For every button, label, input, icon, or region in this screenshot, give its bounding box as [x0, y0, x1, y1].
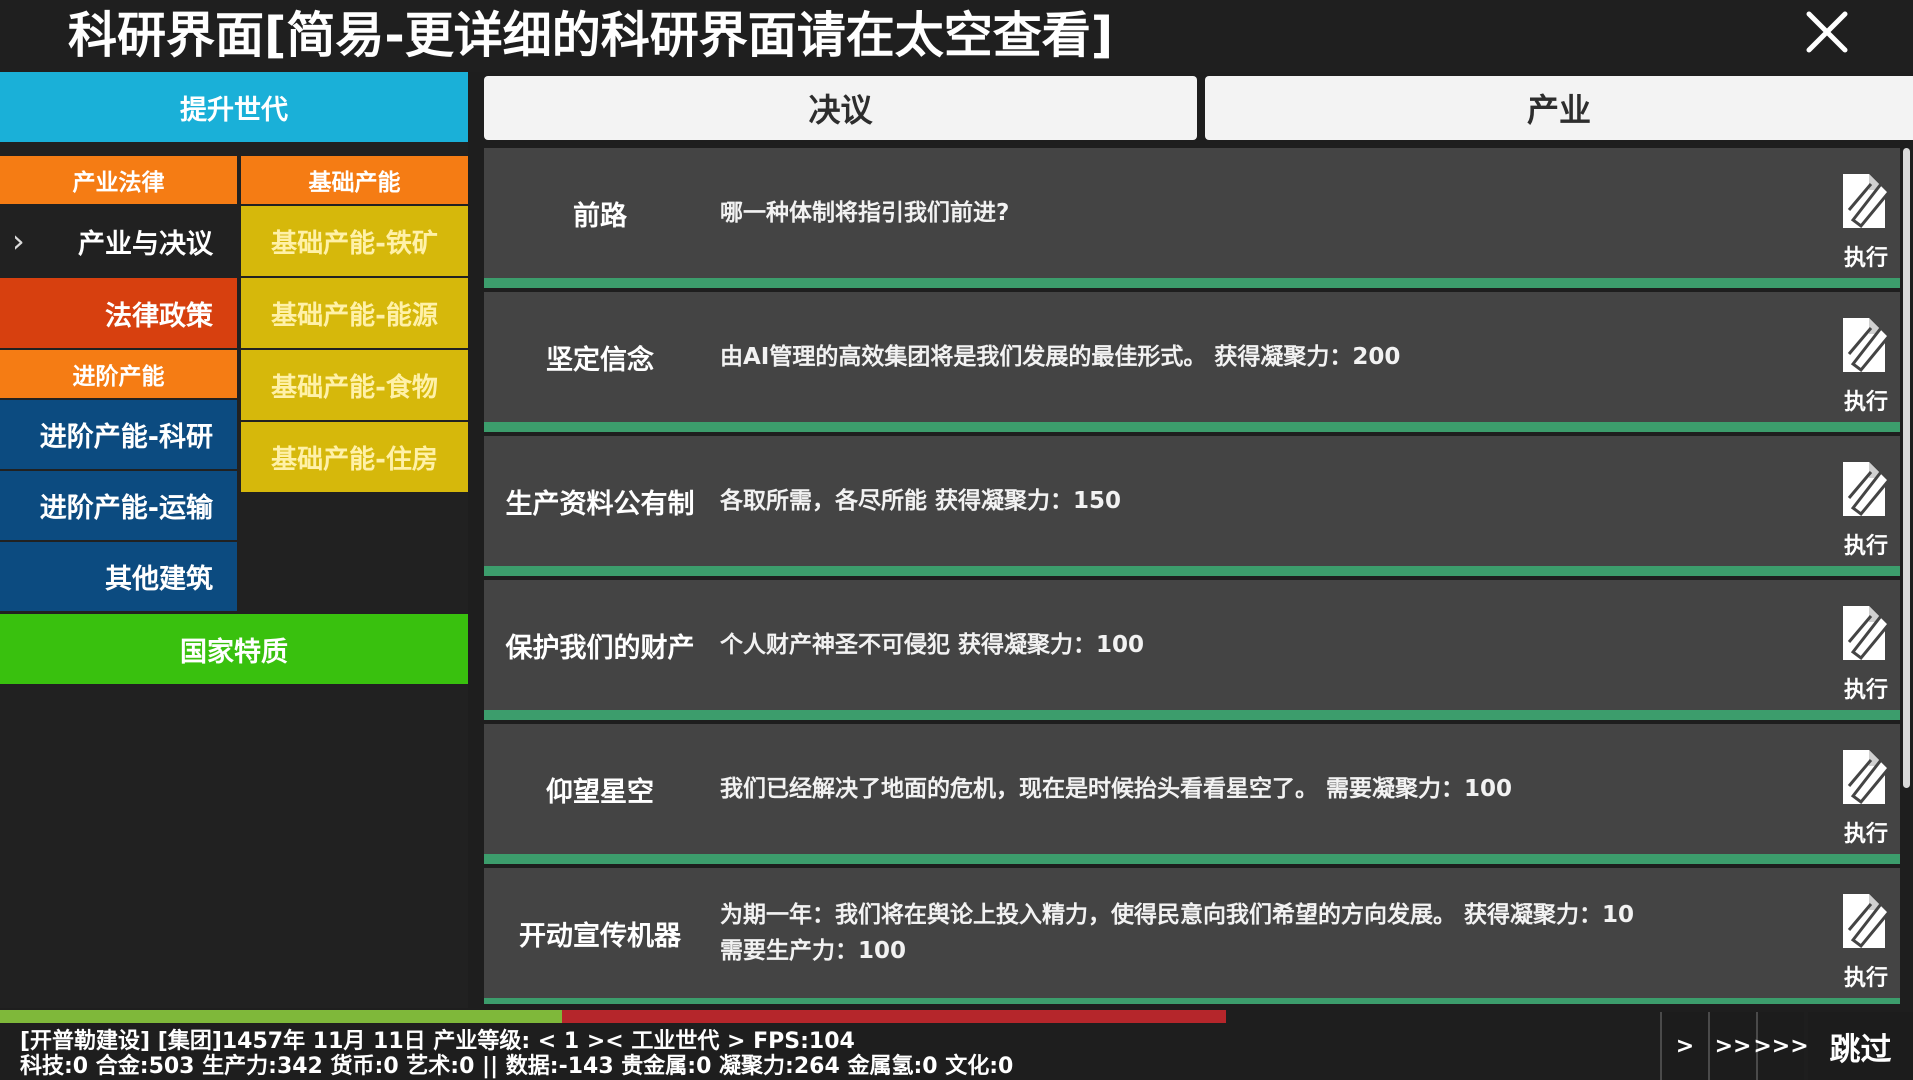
sidebar-item-basic-food[interactable]: 基础产能-食物: [241, 350, 468, 420]
window-title: 科研界面[简易-更详细的科研界面请在太空查看]: [68, 7, 1114, 64]
document-sign-icon: [1843, 750, 1892, 805]
advanced-capacity-label: 进阶产能: [72, 364, 165, 390]
speed-2-label: >>: [1714, 1033, 1752, 1059]
tab-industry[interactable]: 产业: [1205, 76, 1913, 140]
decision-list: 前路 哪一种体制将指引我们前进? 执行 坚定信念 由AI管理的高效集团将是我们发…: [484, 148, 1900, 1004]
decision-description: 为期一年：我们将在舆论上投入精力，使得民意向我们希望的方向发展。 获得凝聚力：1…: [720, 868, 1720, 998]
industry-law-label: 产业法律: [72, 170, 165, 196]
row-divider: [484, 422, 1900, 432]
skip-button[interactable]: 跳过: [1808, 1012, 1913, 1080]
execute-label: 执行: [1843, 966, 1888, 991]
speed-1-label: >: [1675, 1033, 1695, 1059]
status-line-1: [开普勒建设] [集团]1457年 11月 11日 产业等级: < 1 >< 工…: [20, 1029, 855, 1054]
execute-button[interactable]: 执行: [1832, 580, 1900, 710]
sidebar-item-advanced-transport[interactable]: 进阶产能-运输: [0, 471, 237, 540]
sidebar-item-basic-iron[interactable]: 基础产能-铁矿: [241, 206, 468, 276]
skip-label: 跳过: [1829, 1031, 1892, 1068]
basic-capacity-label: 基础产能: [308, 170, 401, 196]
industry-decision-label: 产业与决议: [78, 228, 213, 260]
tab-resolution[interactable]: 决议: [484, 76, 1197, 140]
close-icon[interactable]: [1803, 8, 1851, 56]
document-sign-icon: [1843, 894, 1892, 949]
decision-name: 前路: [573, 200, 627, 232]
execute-button[interactable]: 执行: [1832, 868, 1900, 998]
decision-description-text: 由AI管理的高效集团将是我们发展的最佳形式。 获得凝聚力：200: [720, 344, 1401, 370]
execute-label: 执行: [1843, 822, 1888, 847]
decision-description: 由AI管理的高效集团将是我们发展的最佳形式。 获得凝聚力：200: [720, 292, 1720, 422]
decision-description-text: 各取所需，各尽所能 获得凝聚力：150: [720, 488, 1122, 514]
national-traits-button[interactable]: 国家特质: [0, 614, 468, 684]
decision-description: 哪一种体制将指引我们前进?: [720, 148, 1720, 278]
document-sign-icon: [1843, 606, 1892, 661]
basic-housing-label: 基础产能-住房: [271, 444, 438, 475]
title-bar: 科研界面[简易-更详细的科研界面请在太空查看]: [0, 0, 1913, 72]
execute-button[interactable]: 执行: [1832, 724, 1900, 854]
row-divider: [484, 998, 1900, 1004]
sidebar-item-industry-decision[interactable]: › 产业与决议: [0, 206, 237, 276]
decision-description: 我们已经解决了地面的危机，现在是时候抬头看看星空了。 需要凝聚力：100: [720, 724, 1720, 854]
decision-row: 保护我们的财产 个人财产神圣不可侵犯 获得凝聚力：100 执行: [484, 580, 1900, 710]
decision-name: 生产资料公有制: [505, 488, 695, 520]
basic-capacity-header[interactable]: 基础产能: [241, 156, 468, 204]
decision-name: 坚定信念: [546, 344, 654, 376]
document-sign-icon: [1843, 318, 1892, 373]
decision-row: 前路 哪一种体制将指引我们前进? 执行: [484, 148, 1900, 278]
speed-3-label: >>>: [1753, 1033, 1809, 1059]
industry-law-header[interactable]: 产业法律: [0, 156, 237, 204]
basic-energy-label: 基础产能-能源: [271, 300, 438, 331]
execute-label: 执行: [1843, 390, 1888, 415]
sidebar-item-law-policy[interactable]: 法律政策: [0, 278, 237, 348]
speed-1-button[interactable]: >: [1660, 1012, 1708, 1080]
law-policy-label: 法律政策: [105, 300, 213, 332]
advanced-capacity-header[interactable]: 进阶产能: [0, 350, 237, 398]
decision-description: 个人财产神圣不可侵犯 获得凝聚力：100: [720, 580, 1720, 710]
tab-industry-label: 产业: [1526, 91, 1591, 129]
decision-name: 开动宣传机器: [519, 920, 681, 952]
advanced-transport-label: 进阶产能-运输: [39, 493, 213, 524]
advanced-research-label: 进阶产能-科研: [39, 422, 213, 453]
decision-description-text: 为期一年：我们将在舆论上投入精力，使得民意向我们希望的方向发展。 获得凝聚力：1…: [720, 902, 1635, 928]
sidebar-item-advanced-research[interactable]: 进阶产能-科研: [0, 400, 237, 469]
upgrade-generation-label: 提升世代: [180, 94, 288, 126]
upgrade-generation-button[interactable]: 提升世代: [0, 72, 468, 142]
decision-row: 开动宣传机器 为期一年：我们将在舆论上投入精力，使得民意向我们希望的方向发展。 …: [484, 868, 1900, 998]
sidebar-item-basic-housing[interactable]: 基础产能-住房: [241, 422, 468, 492]
document-sign-icon: [1843, 462, 1892, 517]
document-sign-icon: [1843, 174, 1892, 229]
execute-button[interactable]: 执行: [1832, 292, 1900, 422]
decision-name: 仰望星空: [546, 776, 654, 808]
scrollbar[interactable]: [1903, 148, 1910, 788]
decision-description: 各取所需，各尽所能 获得凝聚力：150: [720, 436, 1720, 566]
decision-row: 生产资料公有制 各取所需，各尽所能 获得凝聚力：150 执行: [484, 436, 1900, 566]
decision-description-text: 哪一种体制将指引我们前进?: [720, 200, 1010, 226]
speed-3-button[interactable]: >>>: [1753, 1012, 1809, 1080]
decision-row: 仰望星空 我们已经解决了地面的危机，现在是时候抬头看看星空了。 需要凝聚力：10…: [484, 724, 1900, 854]
execute-button[interactable]: 执行: [1832, 148, 1900, 278]
execute-label: 执行: [1843, 534, 1888, 559]
tab-resolution-label: 决议: [808, 91, 873, 129]
other-buildings-label: 其他建筑: [105, 564, 213, 595]
progress-bar-green: [0, 1010, 562, 1023]
sidebar-item-other-buildings[interactable]: 其他建筑: [0, 542, 237, 611]
decision-description-text-2: 需要生产力：100: [720, 938, 907, 964]
decision-row: 坚定信念 由AI管理的高效集团将是我们发展的最佳形式。 获得凝聚力：200 执行: [484, 292, 1900, 422]
sidebar-item-basic-energy[interactable]: 基础产能-能源: [241, 278, 468, 348]
decision-description-text: 个人财产神圣不可侵犯 获得凝聚力：100: [720, 632, 1145, 658]
decision-name: 保护我们的财产: [505, 632, 695, 664]
execute-label: 执行: [1843, 246, 1888, 271]
progress-bar-red: [562, 1010, 1226, 1023]
row-divider: [484, 278, 1900, 288]
status-line-2: 科技:0 合金:503 生产力:342 货币:0 艺术:0 || 数据:-143…: [20, 1054, 1014, 1079]
speed-2-button[interactable]: >>: [1708, 1012, 1756, 1080]
row-divider: [484, 710, 1900, 720]
basic-iron-label: 基础产能-铁矿: [271, 228, 438, 259]
execute-button[interactable]: 执行: [1832, 436, 1900, 566]
execute-label: 执行: [1843, 678, 1888, 703]
national-traits-label: 国家特质: [180, 636, 288, 668]
row-divider: [484, 566, 1900, 576]
basic-food-label: 基础产能-食物: [271, 372, 438, 403]
chevron-right-icon: ›: [12, 222, 25, 260]
decision-description-text: 我们已经解决了地面的危机，现在是时候抬头看看星空了。 需要凝聚力：100: [720, 776, 1513, 802]
row-divider: [484, 854, 1900, 864]
